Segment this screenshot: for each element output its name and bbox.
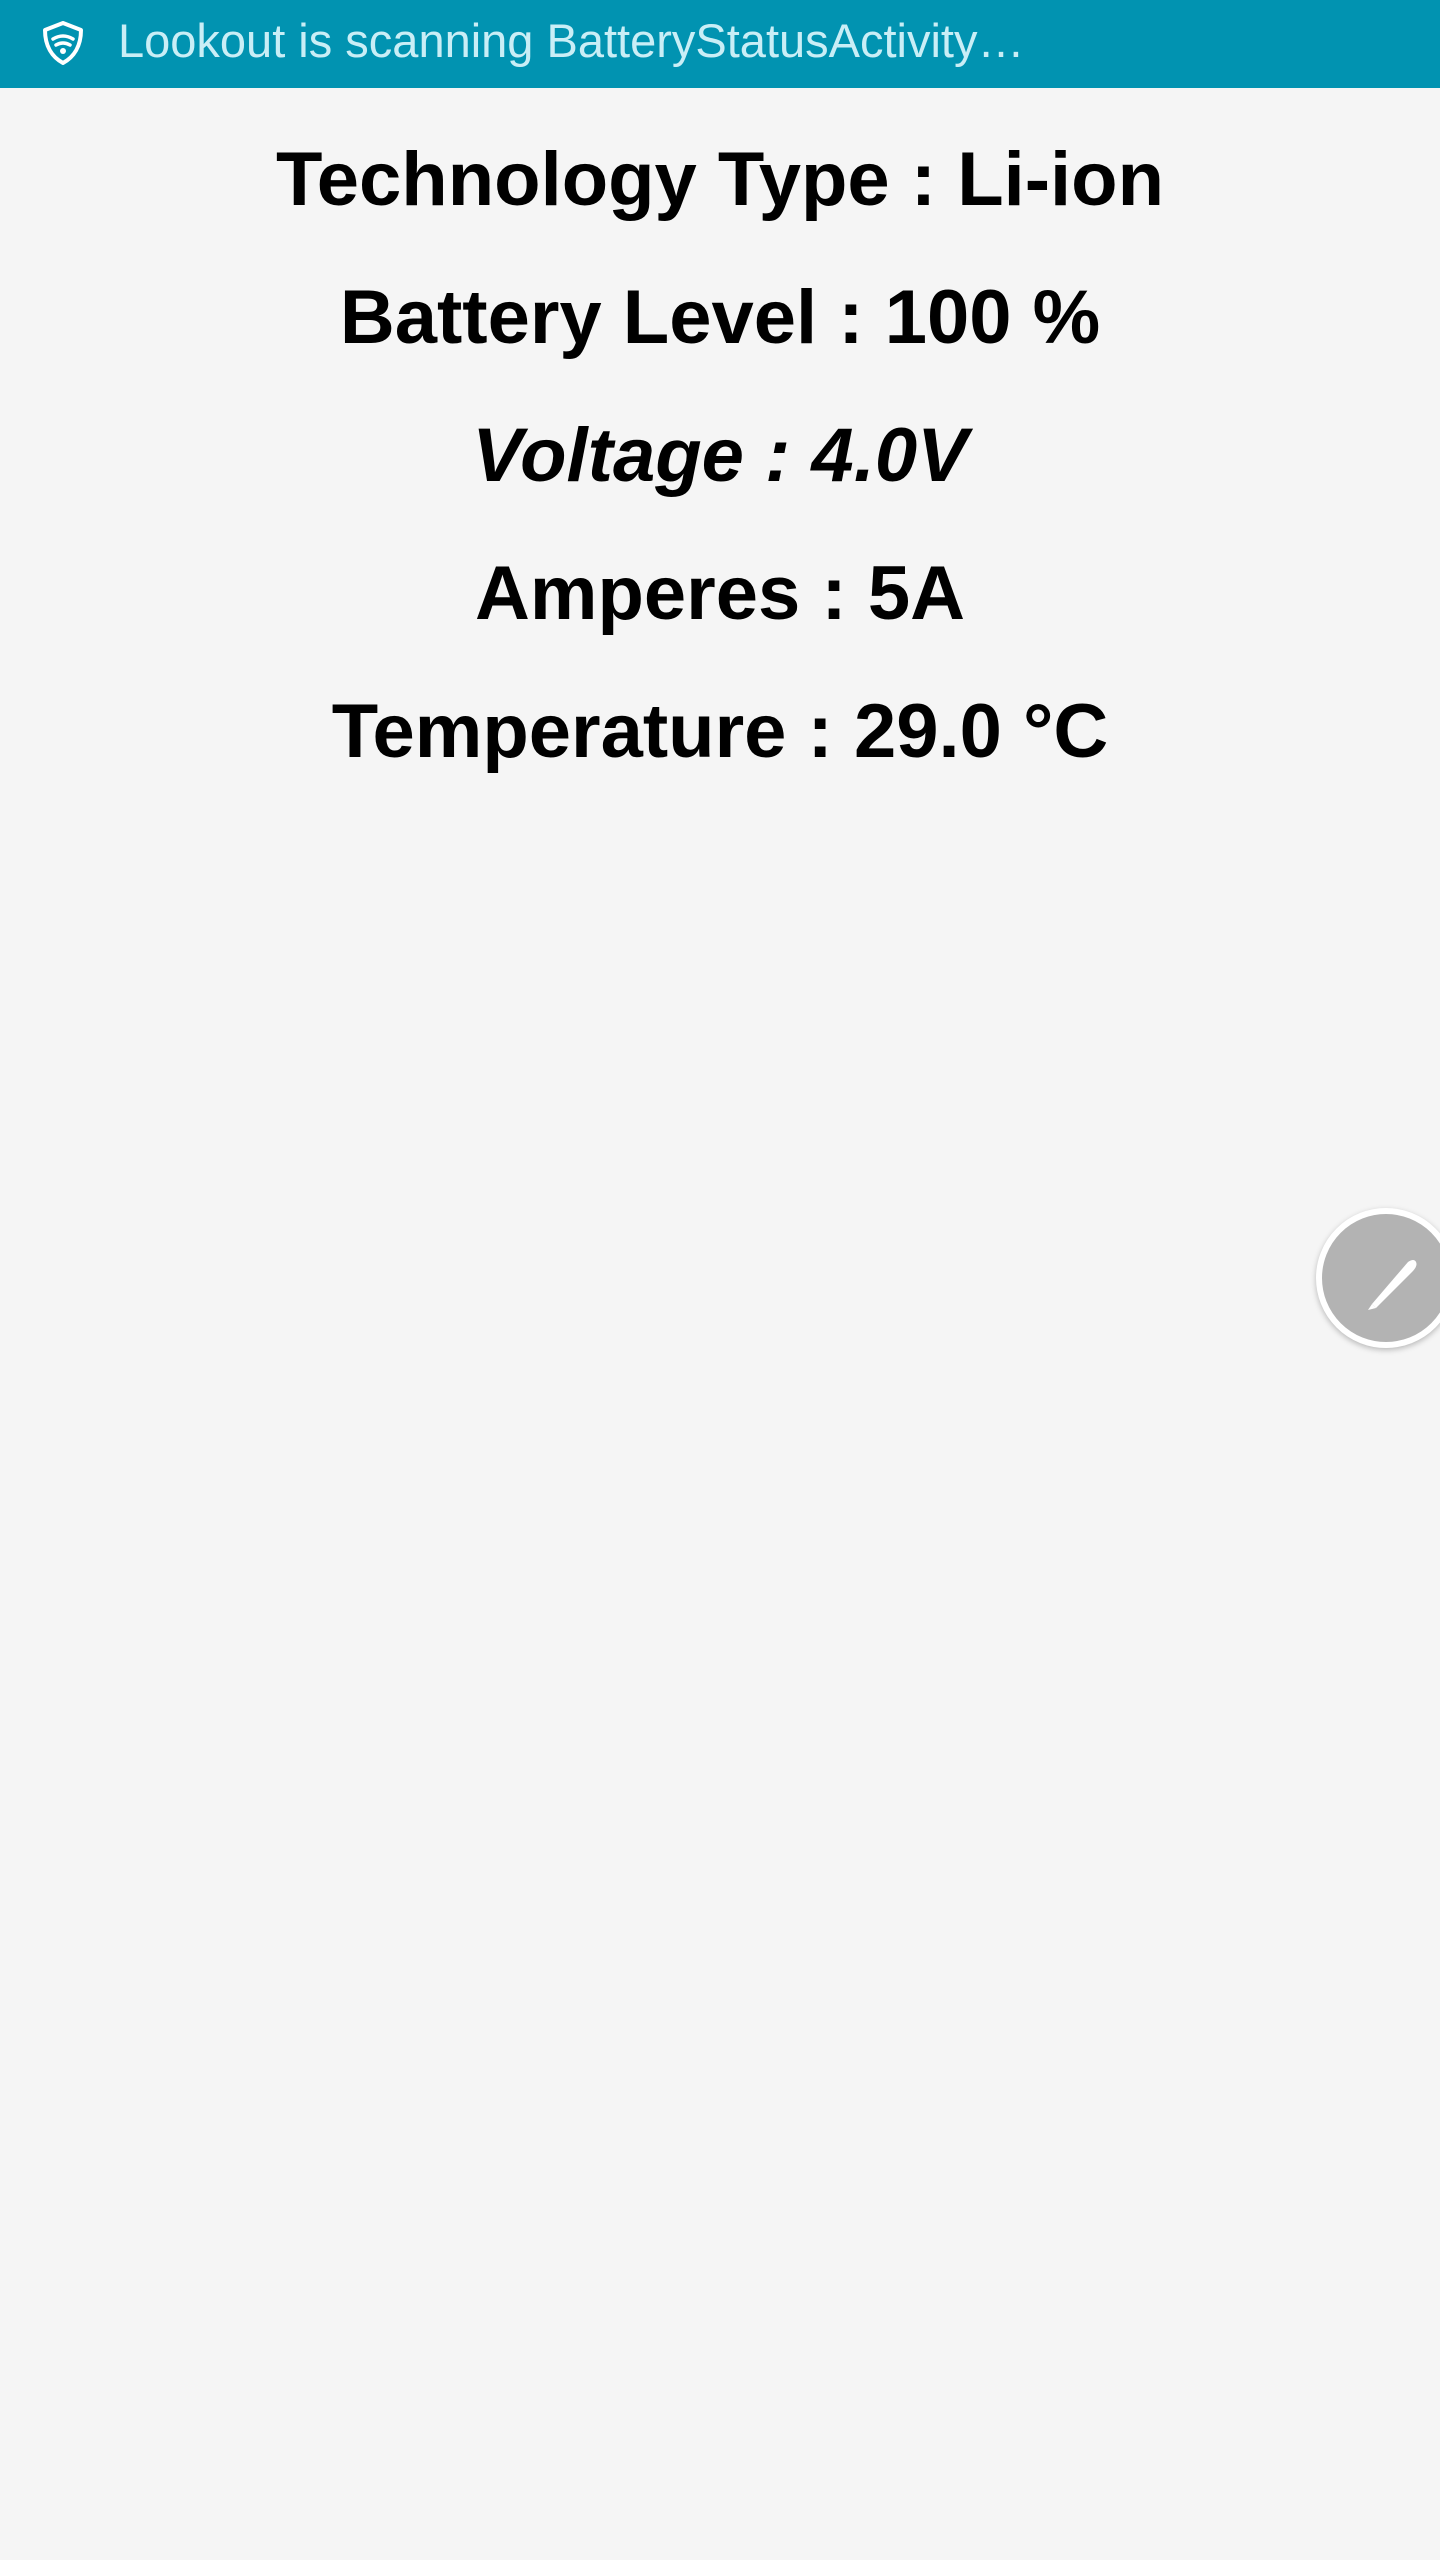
technology-type-label: Technology Type : Li-ion xyxy=(275,137,1165,222)
battery-status-screen: Lookout is scanning BatteryStatusActivit… xyxy=(0,0,1440,2560)
voltage-label: Voltage : 4.0V xyxy=(472,413,968,498)
temperature-label: Temperature : 29.0 °C xyxy=(331,689,1109,774)
edit-floating-button[interactable] xyxy=(1316,1208,1440,1348)
notification-bar[interactable]: Lookout is scanning BatteryStatusActivit… xyxy=(0,0,1440,88)
lookout-shield-icon xyxy=(40,20,86,66)
pencil-icon xyxy=(1368,1260,1417,1310)
battery-level-label: Battery Level : 100 % xyxy=(339,275,1101,360)
battery-info-list: Technology Type : Li-ion Battery Level :… xyxy=(0,120,1440,810)
amperes-label: Amperes : 5A xyxy=(475,551,965,636)
notification-text: Lookout is scanning BatteryStatusActivit… xyxy=(118,14,1025,67)
